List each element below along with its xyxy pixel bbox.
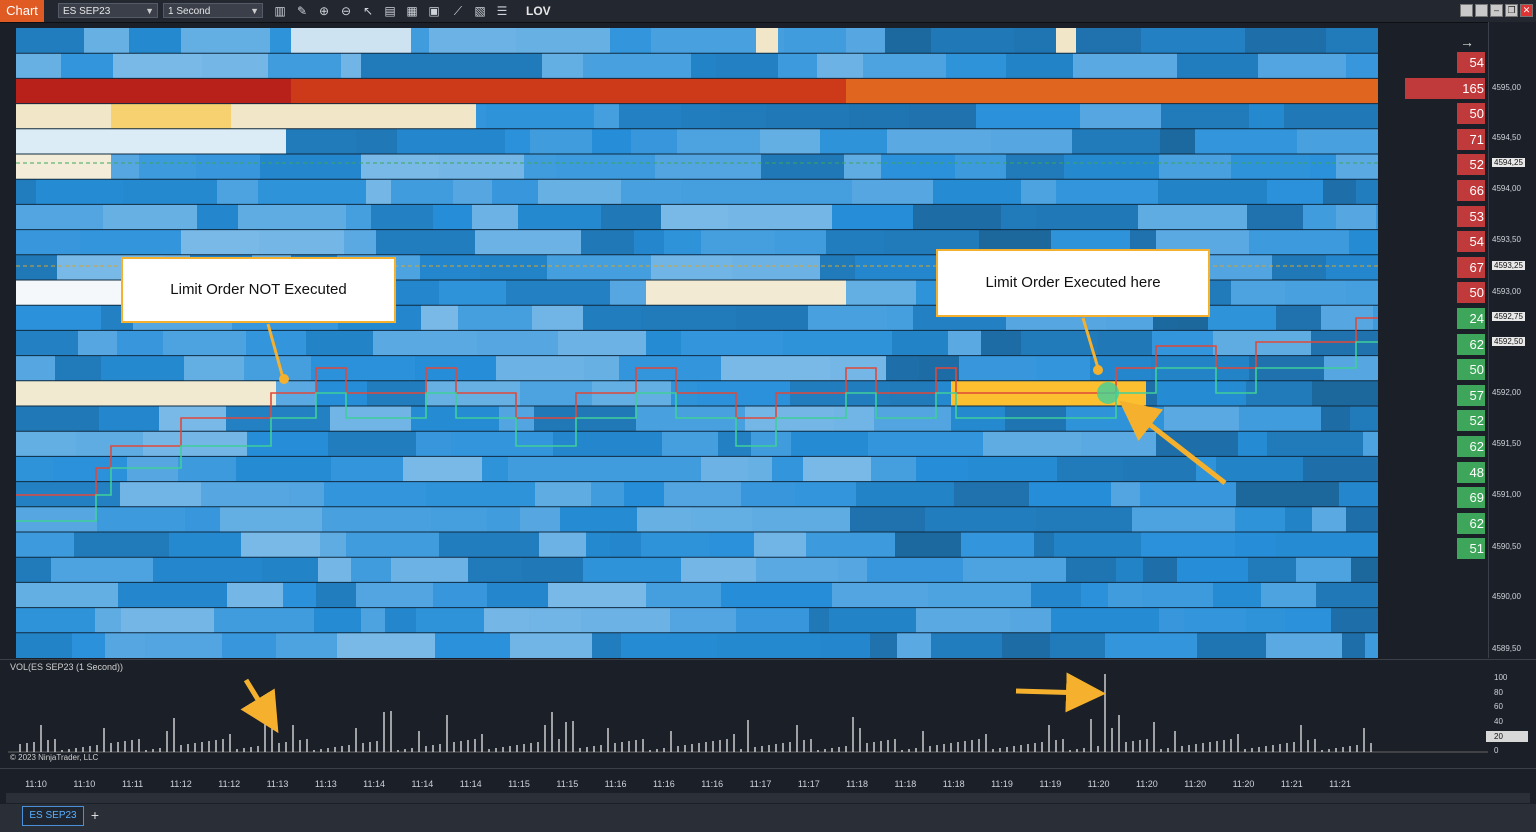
time-label: 11:16 xyxy=(701,779,724,789)
arrow-volume-right xyxy=(1015,672,1106,713)
time-label: 11:20 xyxy=(1135,779,1158,789)
time-label: 11:10 xyxy=(25,779,47,789)
time-label: 11:21 xyxy=(1329,779,1352,789)
time-label: 11:14 xyxy=(459,779,482,789)
arrow-execution xyxy=(1119,400,1227,485)
annotation-arrows xyxy=(240,317,1227,734)
time-label: 11:13 xyxy=(266,779,289,789)
time-label: 11:16 xyxy=(604,779,627,789)
time-label: 11:15 xyxy=(508,779,530,789)
callout-dot-right xyxy=(1093,365,1103,375)
horizontal-scrollbar[interactable] xyxy=(6,793,1530,803)
callout-pointer-right xyxy=(1081,317,1100,369)
time-label: 11:21 xyxy=(1280,779,1303,789)
time-label: 11:19 xyxy=(1039,779,1062,789)
time-label: 11:12 xyxy=(169,779,192,789)
callout-dot-left xyxy=(279,374,289,384)
time-label: 11:20 xyxy=(1087,779,1110,789)
time-label: 11:20 xyxy=(1184,779,1207,789)
time-label: 11:18 xyxy=(894,779,917,789)
time-label: 11:12 xyxy=(218,779,241,789)
callout-pointer-left xyxy=(266,323,285,379)
time-label: 11:17 xyxy=(749,779,772,789)
time-label: 11:14 xyxy=(411,779,434,789)
time-label: 11:19 xyxy=(991,779,1013,789)
time-label: 11:18 xyxy=(942,779,965,789)
time-label: 11:15 xyxy=(556,779,579,789)
bottom-tab-bar xyxy=(0,804,1536,832)
add-tab-button[interactable]: + xyxy=(88,806,102,824)
time-label: 11:10 xyxy=(73,779,96,789)
time-label: 11:11 xyxy=(122,779,144,789)
time-label: 11:18 xyxy=(846,779,869,789)
tab-es-sep23[interactable]: ES SEP23 xyxy=(22,806,84,826)
time-label: 11:20 xyxy=(1232,779,1255,789)
time-label: 11:14 xyxy=(363,779,386,789)
time-label: 11:13 xyxy=(314,779,337,789)
time-label: 11:17 xyxy=(797,779,820,789)
arrow-volume-left xyxy=(240,678,279,734)
time-label: 11:16 xyxy=(652,779,675,789)
